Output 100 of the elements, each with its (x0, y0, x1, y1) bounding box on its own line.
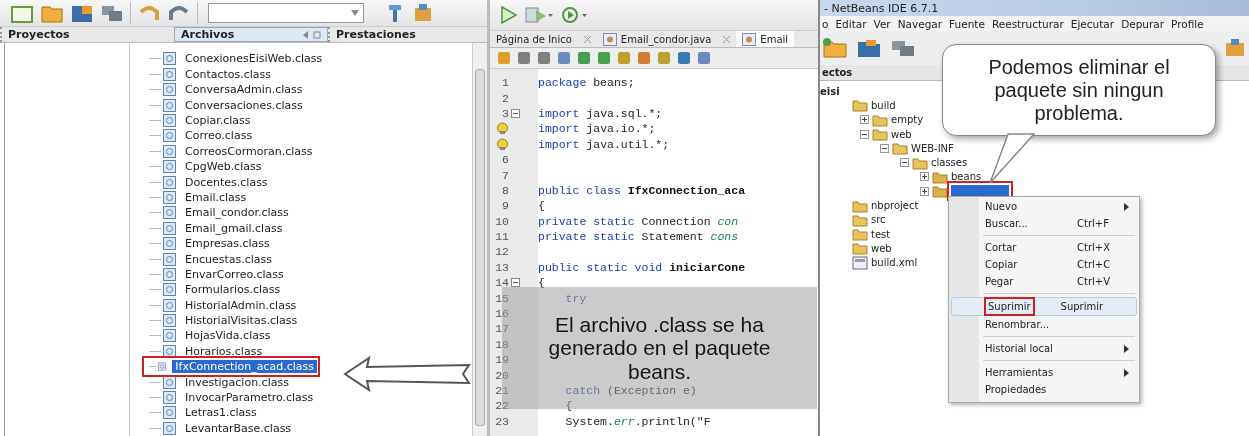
collapse-icon[interactable] (860, 129, 869, 139)
menu-item[interactable]: Cortar Ctrl+X (949, 239, 1139, 256)
editor-tool-icon[interactable] (516, 50, 532, 66)
menu-item[interactable]: Historial local (949, 340, 1139, 357)
file-item[interactable]: Correo.class (182, 129, 256, 143)
collapse-icon[interactable] (900, 158, 909, 168)
file-item[interactable]: Email.class (182, 190, 250, 204)
menu-item[interactable]: Renombrar... (949, 316, 1139, 333)
editor-tab[interactable]: Email_condor.java (596, 31, 737, 47)
caption-text: El archivo .class se ha generado en el paquete beans. (547, 313, 772, 383)
collapse-icon[interactable] (880, 143, 889, 153)
file-item[interactable]: CorreosCormoran.class (182, 144, 316, 158)
bubble-text: Podemos eliminar el paquete sin ningun problema. (987, 55, 1171, 125)
run-icon[interactable] (500, 5, 518, 25)
hint-bulb-icon[interactable] (496, 137, 509, 151)
menu-item[interactable]: Ejecutar (1070, 17, 1115, 30)
file-item[interactable]: Investigacion.class (182, 375, 292, 389)
file-item[interactable]: Conversaciones.class (182, 98, 306, 112)
tree-item[interactable]: nbproject (871, 200, 919, 211)
menu-item[interactable]: o (822, 17, 829, 30)
expand-icon[interactable] (920, 172, 929, 182)
file-item[interactable]: HojasVida.class (182, 329, 274, 343)
file-item[interactable]: Contactos.class (182, 67, 275, 81)
menu-item[interactable]: Buscar... Ctrl+F (949, 215, 1139, 232)
tree-item[interactable]: src (871, 214, 886, 226)
file-item[interactable]: HistorialVisitas.class (182, 314, 301, 328)
line-number: 11 (495, 230, 509, 244)
expand-icon[interactable] (920, 186, 929, 196)
minimize-icon[interactable] (303, 30, 321, 39)
tree-item[interactable]: eisi (820, 85, 840, 97)
file-item[interactable]: CpgWeb.class (182, 160, 265, 174)
file-item[interactable]: Encuestas.class (182, 252, 276, 266)
line-number: 18 (495, 337, 509, 351)
tree-item[interactable]: build (871, 99, 896, 111)
editor-tool-icon[interactable] (676, 50, 692, 66)
tree-item[interactable]: web (891, 128, 912, 140)
open-folder-icon[interactable] (856, 37, 882, 59)
file-item[interactable]: Docentes.class (182, 175, 271, 189)
file-item[interactable]: Letras1.class (182, 406, 260, 420)
menu-item[interactable]: Reestructurar (991, 17, 1064, 30)
menu-item[interactable]: Suprimir Suprimir (951, 297, 1137, 316)
menu-item[interactable]: Ver (873, 17, 891, 30)
editor-tool-icon[interactable] (596, 50, 612, 66)
editor-tool-icon[interactable] (616, 50, 632, 66)
menu-item[interactable]: Navegar (897, 17, 943, 30)
class-file-icon (163, 421, 176, 435)
tree-item[interactable]: test (871, 228, 891, 240)
close-icon[interactable] (723, 35, 731, 43)
collapse-icon[interactable] (511, 278, 520, 288)
editor-tab[interactable]: Email (736, 31, 795, 47)
collapse-icon[interactable] (511, 108, 520, 118)
file-item[interactable]: IfxConnection_acad.class (172, 360, 317, 374)
menu-item[interactable]: Profile (1171, 17, 1204, 30)
tree-item[interactable]: build.xml (871, 257, 918, 269)
java-file-icon (602, 32, 617, 46)
class-file-icon (163, 67, 176, 81)
editor-tool-icon[interactable] (536, 50, 552, 66)
menu-item[interactable]: Copiar Ctrl+C (949, 256, 1139, 273)
new-project-icon[interactable] (822, 37, 848, 59)
close-icon[interactable] (583, 35, 591, 43)
editor-tool-icon[interactable] (576, 50, 592, 66)
editor-tab[interactable]: Página de Inico (490, 31, 597, 47)
expand-icon[interactable] (860, 115, 869, 125)
configuration-dropdown[interactable] (208, 3, 364, 24)
profile-icon[interactable] (560, 5, 590, 25)
menu-item[interactable]: Depurar (1121, 17, 1165, 30)
file-item[interactable]: Horarios.class (182, 344, 266, 358)
menu-item[interactable]: Nuevo (949, 198, 1139, 215)
file-item[interactable]: HistorialAdmin.class (182, 298, 300, 312)
menu-item[interactable]: Editar (835, 17, 867, 30)
menu-item[interactable]: Herramientas (949, 364, 1139, 381)
file-item[interactable]: Email_condor.class (182, 206, 292, 220)
editor-tool-icon[interactable] (656, 50, 672, 66)
class-file-icon (163, 160, 176, 174)
tree-item[interactable]: beans (951, 171, 982, 183)
menu-item[interactable]: Propiedades (949, 381, 1139, 398)
file-item[interactable]: Formularios.class (182, 283, 284, 297)
menu-item[interactable]: Pegar Ctrl+V (949, 273, 1139, 290)
tree-item[interactable]: web (871, 242, 892, 254)
editor-tool-icon[interactable] (556, 50, 572, 66)
file-item[interactable]: EnvarCorreo.class (182, 267, 287, 281)
panel-tab[interactable]: Archivos (174, 27, 328, 43)
tree-item[interactable]: classes (931, 157, 968, 169)
file-item[interactable]: ConexionesEisiWeb.class (182, 52, 326, 66)
file-item[interactable]: Email_gmail.class (182, 221, 286, 235)
editor-tool-icon[interactable] (636, 50, 652, 66)
file-item[interactable]: Copiar.class (182, 114, 254, 127)
file-item[interactable]: Empresas.class (182, 237, 273, 251)
tree-item[interactable]: empty (891, 114, 924, 126)
tree-item[interactable]: WEB-INF (911, 142, 954, 154)
menu-item[interactable]: Fuente (949, 17, 985, 30)
panel-tab[interactable]: ectos (820, 67, 853, 78)
scrollbar[interactable] (472, 43, 487, 436)
clean-build-icon[interactable] (1223, 37, 1247, 59)
file-item[interactable]: InvocarParametro.class (182, 391, 317, 404)
editor-tool-icon[interactable] (496, 50, 512, 66)
editor-tool-icon[interactable] (696, 50, 712, 66)
file-item[interactable]: LevantarBase.class (182, 421, 295, 435)
debug-icon[interactable] (524, 5, 554, 25)
file-item[interactable]: ConversaAdmin.class (182, 83, 306, 97)
